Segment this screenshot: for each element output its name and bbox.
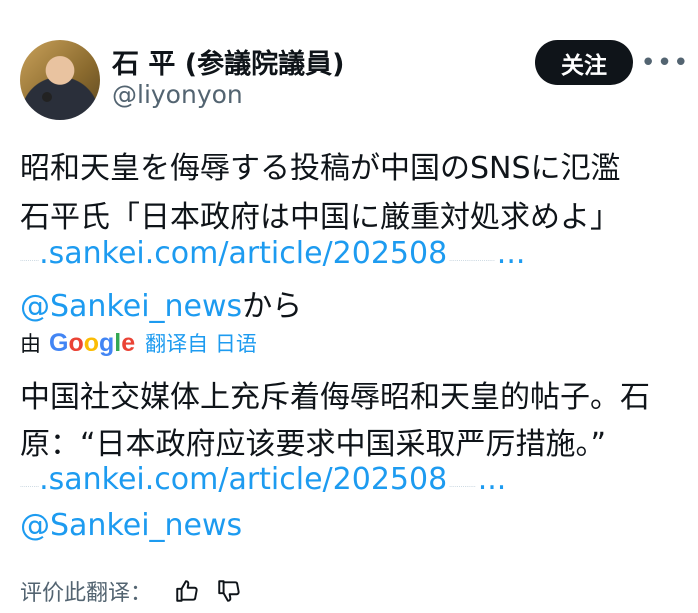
google-logo-letter: g	[99, 328, 115, 357]
post-text-line-1: 昭和天皇を侮辱する投稿が中国のSNSに氾濫	[20, 151, 621, 186]
translated-from-label[interactable]: 翻译自 日语	[145, 328, 257, 358]
link-suffix-decoration: ························	[447, 258, 497, 265]
google-logo-letter: o	[83, 328, 100, 357]
translation-mention-link[interactable]: @Sankei_news	[20, 508, 242, 543]
link-prefix-decoration: ··········	[20, 258, 40, 265]
user-handle[interactable]: @liyonyon	[112, 80, 243, 109]
translation-mention-row: @Sankei_news	[20, 508, 242, 543]
post-mention-link[interactable]: @Sankei_news	[20, 289, 242, 324]
post-text-line-2: 石平氏「日本政府は中国に厳重対処求めよ」	[20, 200, 620, 235]
translation-by-label: 由	[20, 332, 41, 356]
rate-translation-label: 评价此翻译：	[20, 581, 153, 606]
post-mention-suffix: から	[242, 289, 303, 324]
google-logo-letter: G	[49, 328, 69, 357]
post-mention-row: @Sankei_newsから	[20, 281, 302, 325]
translation-attribution: 由 Google 翻译自 日语	[20, 328, 257, 358]
microphone-graphic	[42, 92, 52, 102]
post-link-row: ··········.sankei.com/article/202508 ···…	[20, 236, 525, 271]
avatar[interactable]	[20, 40, 100, 120]
follow-button[interactable]: 关注	[535, 40, 633, 85]
post-link[interactable]: .sankei.com/article/202508	[39, 236, 447, 271]
translation-text-line-2: 原：“日本政府应该要求中国采取严厉措施。”	[20, 427, 607, 462]
link-suffix-decoration: ··············	[447, 484, 478, 491]
display-name[interactable]: 石 平 (参議院議員)	[112, 42, 344, 81]
translation-link-ellipsis[interactable]: ...	[478, 462, 507, 497]
google-logo: Google	[49, 329, 135, 358]
translation-link[interactable]: .sankei.com/article/202508	[39, 462, 447, 497]
thumbs-up-icon[interactable]	[174, 578, 200, 604]
google-logo-letter: o	[68, 328, 84, 357]
post-link-ellipsis[interactable]: ...	[497, 236, 526, 271]
more-options-icon[interactable]: •••	[641, 40, 689, 85]
translation-link-row: ··········.sankei.com/article/202508 ···…	[20, 462, 506, 497]
translation-text-line-1: 中国社交媒体上充斥着侮辱昭和天皇的帖子。石	[20, 380, 650, 415]
link-prefix-decoration: ··········	[20, 484, 40, 491]
rate-translation: 评价此翻译：	[20, 575, 242, 607]
thumbs-down-icon[interactable]	[216, 578, 242, 604]
google-logo-letter: e	[121, 328, 136, 357]
